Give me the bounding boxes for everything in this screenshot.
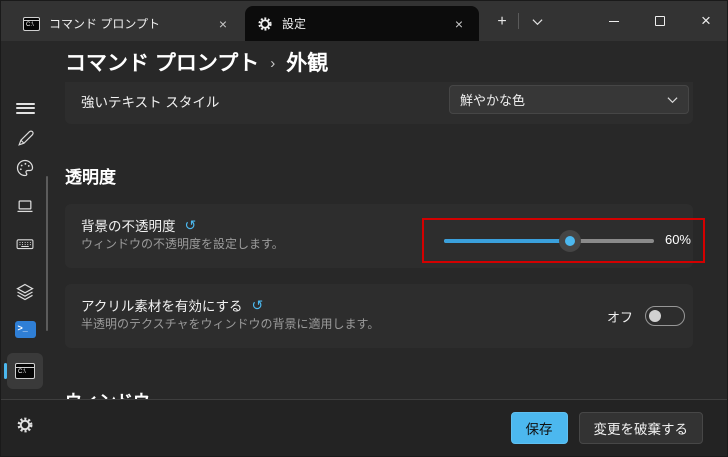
slider-thumb-dot: [565, 236, 575, 246]
opacity-value-label: 60%: [664, 232, 691, 247]
sidebar-scrollbar[interactable]: [46, 176, 48, 331]
tab-label: コマンド プロンプト: [49, 17, 160, 31]
section-header-transparency: 透明度: [65, 168, 116, 187]
setting-row-acrylic: アクリル素材を有効にする ↺ 半透明のテクスチャをウィンドウの背景に適用します。…: [65, 284, 693, 348]
setting-description: 半透明のテクスチャをウィンドウの背景に適用します。: [81, 317, 380, 331]
nav-item-actions[interactable]: [1, 229, 49, 259]
toggle-state-label: オフ: [606, 309, 633, 325]
nav-item-color-schemes[interactable]: [1, 153, 49, 183]
chevron-down-icon: [667, 96, 678, 103]
cmd-icon: C:\: [15, 363, 35, 379]
paintbrush-icon: [17, 130, 34, 146]
tab-command-prompt[interactable]: C:\ コマンド プロンプト ×: [11, 6, 243, 41]
acrylic-toggle-group: オフ: [607, 284, 685, 348]
annotation-highlight-box: 60%: [422, 218, 705, 263]
keyboard-icon: [16, 239, 34, 250]
tab-dropdown-button[interactable]: [524, 10, 550, 34]
tab-close-icon[interactable]: ×: [451, 15, 467, 33]
breadcrumb: コマンド プロンプト › 外観: [65, 47, 328, 77]
hamburger-icon: [15, 100, 35, 116]
opacity-slider-thumb[interactable]: [559, 230, 581, 252]
palette-icon: [16, 159, 34, 177]
intense-text-style-dropdown[interactable]: 鮮やかな色: [449, 85, 689, 114]
close-icon: ×: [701, 11, 711, 30]
setting-label: 強いテキスト スタイル: [81, 95, 220, 110]
nav-item-defaults[interactable]: [1, 277, 49, 307]
tab-label: 設定: [282, 17, 307, 31]
save-button[interactable]: 保存: [510, 412, 568, 444]
setting-label-group: アクリル素材を有効にする ↺: [81, 295, 263, 315]
tab-cmd-icon: C:\: [23, 16, 40, 31]
powershell-icon: >_: [14, 320, 36, 338]
toggle-knob: [649, 310, 661, 322]
maximize-icon: [655, 16, 665, 26]
dropdown-selected-value: 鮮やかな色: [460, 93, 526, 108]
layers-icon: [16, 283, 34, 301]
settings-gear-icon: [258, 16, 272, 31]
nav-item-command-prompt[interactable]: C:\: [1, 356, 49, 386]
minimize-icon: [609, 20, 619, 22]
acrylic-toggle[interactable]: [645, 306, 685, 326]
discard-changes-button[interactable]: 変更を破棄する: [578, 412, 703, 444]
setting-label: アクリル素材を有効にする: [81, 299, 243, 314]
nav-item-powershell[interactable]: >_: [1, 314, 49, 344]
footer-bar: 保存 変更を破棄する: [1, 399, 727, 456]
page-title: 外観: [286, 52, 329, 75]
setting-description: ウィンドウの不透明度を設定します。: [81, 237, 284, 251]
maximize-button[interactable]: [637, 1, 683, 41]
chevron-down-icon: [531, 19, 543, 26]
plus-icon: +: [497, 13, 507, 30]
setting-label-group: 背景の不透明度 ↺: [81, 215, 196, 235]
breadcrumb-profile[interactable]: コマンド プロンプト: [65, 47, 259, 77]
tab-close-icon[interactable]: ×: [215, 15, 231, 33]
settings-nav-sidebar: >_ C:\ >: [1, 41, 49, 419]
footer-settings-button[interactable]: [16, 416, 34, 434]
breadcrumb-separator: ›: [270, 54, 276, 72]
setting-row-background-opacity: 背景の不透明度 ↺ ウィンドウの不透明度を設定します。 60%: [65, 204, 705, 268]
opacity-slider[interactable]: [444, 220, 654, 261]
undo-icon[interactable]: ↺: [185, 218, 197, 232]
monitor-icon: [17, 200, 33, 213]
gear-icon: [17, 417, 33, 433]
undo-icon[interactable]: ↺: [251, 298, 263, 312]
setting-row-intense-text-style: 強いテキスト スタイル 鮮やかな色: [65, 82, 693, 124]
slider-track[interactable]: [444, 239, 654, 243]
minimize-button[interactable]: [591, 1, 637, 41]
new-tab-button[interactable]: +: [488, 9, 516, 35]
opacity-slider-fill: [444, 239, 570, 243]
window-close-button[interactable]: ×: [683, 1, 727, 41]
nav-menu-button[interactable]: [1, 93, 49, 123]
tab-bar: C:\ コマンド プロンプト × 設定 × + ×: [1, 1, 727, 41]
terminal-settings-window: C:\ コマンド プロンプト × 設定 × + × >_ C:\ コマンド プロ…: [0, 0, 728, 457]
footer-actions: 保存 変更を破棄する: [510, 412, 703, 444]
nav-item-rendering[interactable]: [1, 191, 49, 221]
settings-page: コマンド プロンプト › 外観 強いテキスト スタイル 鮮やかな色 透明度 背景…: [49, 41, 727, 401]
tab-bar-divider: [518, 13, 519, 29]
setting-label: 背景の不透明度: [81, 219, 176, 234]
tab-settings[interactable]: 設定 ×: [245, 6, 479, 41]
nav-item-appearance[interactable]: [1, 123, 49, 153]
